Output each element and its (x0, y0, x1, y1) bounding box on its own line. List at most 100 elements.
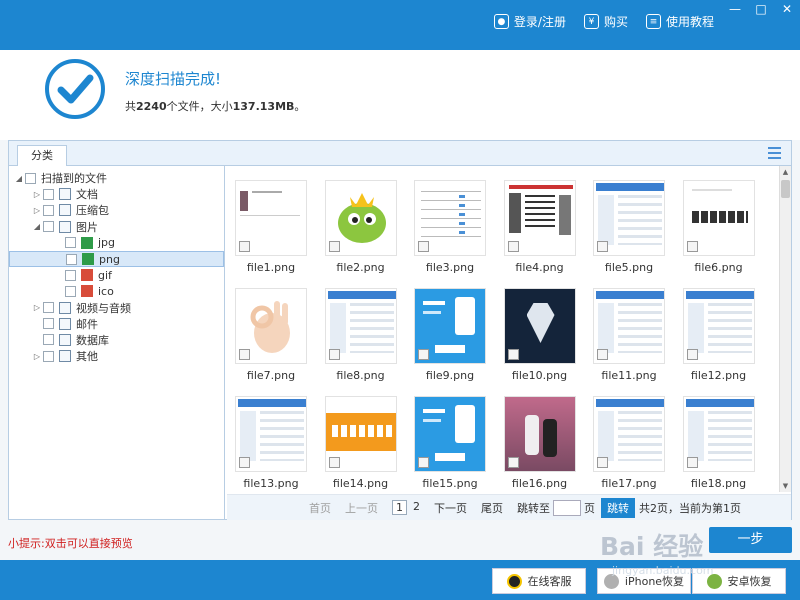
file-thumbnail[interactable] (235, 180, 307, 256)
file-checkbox[interactable] (686, 241, 698, 252)
file-item[interactable]: file18.png (682, 396, 763, 490)
go-button[interactable]: 跳转 (601, 497, 635, 518)
next-step-button[interactable]: 一步 (709, 527, 792, 553)
file-thumbnail[interactable] (414, 396, 486, 472)
file-item[interactable]: file7.png (235, 288, 315, 382)
file-checkbox[interactable] (418, 349, 429, 360)
checkbox[interactable] (66, 253, 77, 265)
checkbox[interactable] (43, 204, 54, 216)
file-item[interactable]: file11.png (593, 288, 673, 382)
grid-scrollbar[interactable]: ▲ ▼ (779, 166, 791, 492)
file-item[interactable]: file6.png (682, 180, 763, 274)
file-checkbox[interactable] (507, 241, 519, 252)
file-thumbnail[interactable] (414, 180, 486, 256)
file-thumbnail[interactable] (235, 396, 307, 472)
file-item[interactable]: file1.png (235, 180, 315, 274)
tree-item[interactable]: gif (9, 267, 224, 283)
prev-page-link[interactable]: 上一页 (345, 500, 378, 516)
collapse-arrow-icon[interactable]: ◢ (13, 174, 25, 183)
file-item[interactable]: file17.png (593, 396, 673, 490)
expand-arrow-icon[interactable]: ▷ (31, 190, 43, 199)
file-item[interactable]: file10.png (503, 288, 584, 382)
file-thumbnail[interactable] (682, 180, 755, 256)
file-thumbnail[interactable] (593, 396, 665, 472)
tree-item[interactable]: 邮件 (9, 316, 224, 332)
checkbox[interactable] (65, 269, 76, 281)
goto-page-input[interactable] (553, 499, 581, 516)
file-checkbox[interactable] (239, 241, 250, 252)
tree-item[interactable]: ico (9, 283, 224, 299)
file-checkbox[interactable] (328, 457, 340, 468)
file-checkbox[interactable] (597, 457, 608, 468)
file-checkbox[interactable] (239, 349, 250, 360)
file-checkbox[interactable] (239, 457, 250, 468)
scroll-up-icon[interactable]: ▲ (780, 166, 791, 178)
tree-item[interactable]: ◢ 图片 (9, 219, 224, 235)
file-checkbox[interactable] (418, 457, 429, 468)
scroll-thumb[interactable] (781, 180, 790, 198)
file-thumbnail[interactable] (682, 396, 755, 472)
file-thumbnail[interactable] (324, 396, 397, 472)
tree-item[interactable]: 数据库 (9, 332, 224, 348)
file-checkbox[interactable] (597, 349, 608, 360)
maximize-icon[interactable]: □ (748, 0, 774, 18)
file-thumbnail[interactable] (235, 288, 307, 364)
checkbox[interactable] (65, 285, 76, 297)
file-checkbox[interactable] (507, 457, 519, 468)
checkbox[interactable] (25, 172, 36, 184)
file-thumbnail[interactable] (324, 180, 397, 256)
file-item[interactable]: file2.png (324, 180, 405, 274)
file-item[interactable]: file14.png (324, 396, 405, 490)
next-page-link[interactable]: 下一页 (434, 500, 467, 516)
file-item[interactable]: file8.png (324, 288, 405, 382)
last-page-link[interactable]: 尾页 (481, 500, 503, 516)
first-page-link[interactable]: 首页 (309, 500, 331, 516)
checkbox[interactable] (43, 318, 54, 330)
tree-root[interactable]: ◢ 扫描到的文件 (9, 170, 224, 186)
file-item[interactable]: file13.png (235, 396, 315, 490)
checkbox[interactable] (43, 302, 54, 314)
file-thumbnail[interactable] (503, 180, 576, 256)
page-1-link[interactable]: 1 (392, 500, 407, 515)
file-checkbox[interactable] (328, 349, 340, 360)
minimize-icon[interactable]: — (722, 0, 748, 18)
tree-item[interactable]: ▷ 其他 (9, 348, 224, 364)
file-item[interactable]: file3.png (414, 180, 494, 274)
scroll-down-icon[interactable]: ▼ (780, 480, 791, 492)
file-item[interactable]: file16.png (503, 396, 584, 490)
tree-item[interactable]: ▷ 压缩包 (9, 202, 224, 218)
checkbox[interactable] (43, 188, 54, 200)
view-menu-icon[interactable] (768, 147, 781, 159)
file-item[interactable]: file5.png (593, 180, 673, 274)
online-support-button[interactable]: 在线客服 (492, 568, 586, 594)
close-icon[interactable]: ✕ (774, 0, 800, 18)
expand-arrow-icon[interactable]: ▷ (31, 206, 43, 215)
file-checkbox[interactable] (418, 241, 429, 252)
file-checkbox[interactable] (686, 457, 698, 468)
tree-item[interactable]: png (9, 250, 224, 268)
file-item[interactable]: file12.png (682, 288, 763, 382)
file-thumbnail[interactable] (503, 396, 576, 472)
expand-arrow-icon[interactable]: ▷ (31, 352, 43, 361)
file-checkbox[interactable] (507, 349, 519, 360)
tree-item[interactable]: jpg (9, 235, 224, 251)
tree-item[interactable]: ▷ 视频与音频 (9, 300, 224, 316)
file-thumbnail[interactable] (414, 288, 486, 364)
iphone-recovery-button[interactable]: iPhone恢复 (597, 568, 691, 594)
page-2-link[interactable]: 2 (413, 500, 420, 515)
file-thumbnail[interactable] (593, 288, 665, 364)
file-item[interactable]: file4.png (503, 180, 584, 274)
expand-arrow-icon[interactable]: ▷ (31, 303, 43, 312)
checkbox[interactable] (43, 221, 54, 233)
file-thumbnail[interactable] (593, 180, 665, 256)
file-thumbnail[interactable] (503, 288, 576, 364)
file-checkbox[interactable] (328, 241, 340, 252)
login-register-link[interactable]: ● 登录/注册 (493, 13, 566, 30)
checkbox[interactable] (43, 334, 54, 346)
file-thumbnail[interactable] (682, 288, 755, 364)
file-item[interactable]: file9.png (414, 288, 494, 382)
file-checkbox[interactable] (597, 241, 608, 252)
file-checkbox[interactable] (686, 349, 698, 360)
android-recovery-button[interactable]: 安卓恢复 (692, 568, 786, 594)
tree-item[interactable]: ▷ 文档 (9, 186, 224, 202)
